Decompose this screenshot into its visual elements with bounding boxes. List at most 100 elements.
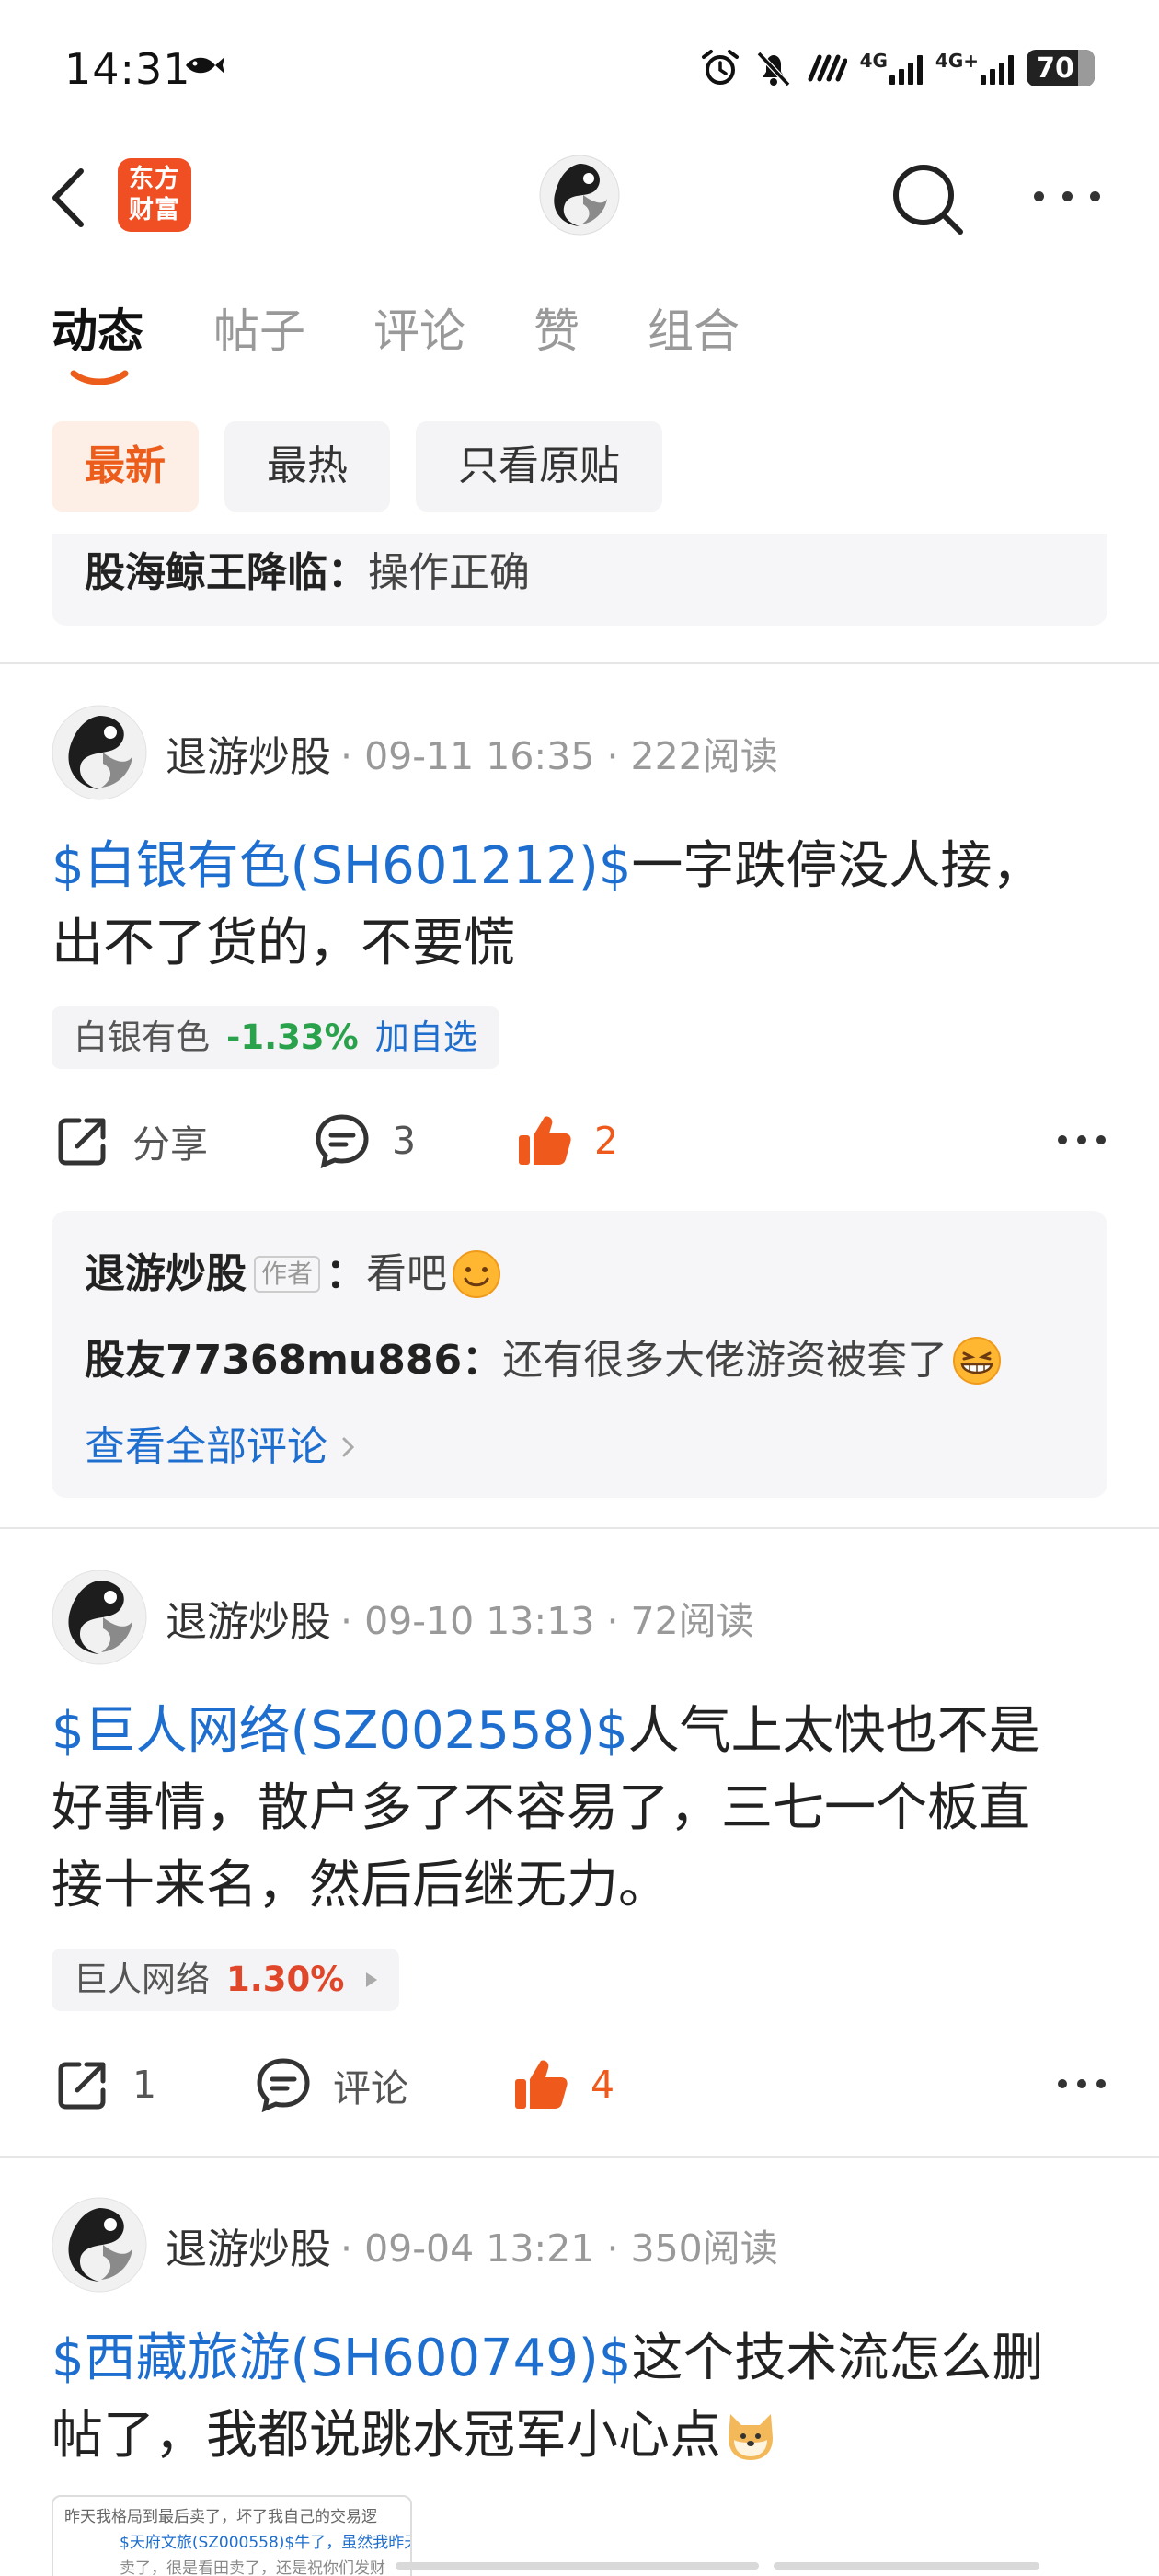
stock-link[interactable]: $西藏旅游(SH600749)$ (52, 2329, 631, 2388)
post-meta: · 09-04 13:21 · 350阅读 (340, 2226, 778, 2271)
stock-name: 白银有色 (74, 1018, 210, 1057)
reply-item[interactable]: 退游炒股 作者 ： 看吧 (85, 1231, 1074, 1317)
grin-emoji-icon (953, 1337, 1002, 1385)
reply-user[interactable]: 股友77368mu886 (85, 1317, 462, 1404)
post-card: 退游炒股 · 09-10 13:13 · 72阅读 $巨人网络(SZ002558… (0, 1570, 1159, 2113)
reply-text: 看吧 (366, 1250, 448, 1297)
reply-text: 还有很多大佬游资被套了 (502, 1337, 948, 1384)
tab-dynamic[interactable]: 动态 (52, 294, 143, 361)
reply-item[interactable]: 股友77368mu886 ： 还有很多大佬游资被套了 (85, 1317, 1074, 1404)
logo-text-2: 财富 (129, 196, 180, 224)
logo-text-1: 东方 (129, 165, 180, 193)
comment-label: 评论 (333, 2066, 408, 2110)
thumbnail-text: 卖了，很是看田卖了，还是祝你们发财 (120, 2559, 385, 2576)
author-avatar[interactable] (52, 705, 147, 800)
stock-quote-chip[interactable]: 巨人网络 1.30% (52, 1949, 400, 2011)
reply-user[interactable]: 退游炒股 (85, 1231, 247, 1317)
share-button[interactable]: 分享 (53, 1104, 208, 1178)
thumbs-up-icon (515, 2060, 568, 2109)
tab-comments[interactable]: 评论 (373, 294, 465, 361)
reply-colon: ： (327, 549, 368, 596)
top-nav-bar: 东方 财富 (0, 138, 1159, 258)
post-actions: 1 评论 4 (0, 2048, 1159, 2122)
share-button[interactable]: 1 (53, 2048, 156, 2122)
post-body[interactable]: $巨人网络(SZ002558)$人气上太快也不是 好事情，散户多了不容易了，三七… (52, 1693, 1109, 1925)
comment-icon (257, 2058, 310, 2113)
thumbnail-text: $天府文旅(SZ000558)$牛了，虽然我昨天 (120, 2534, 412, 2552)
post-card: 退游炒股 · 09-04 13:21 · 350阅读 $西藏旅游(SH60074… (0, 2197, 1159, 2576)
like-button[interactable]: 2 (515, 1104, 618, 1178)
stock-link[interactable]: $白银有色(SH601212)$ (52, 836, 631, 896)
stock-name: 巨人网络 (74, 1960, 210, 1999)
view-all-comments-link[interactable]: 查看全部评论 (85, 1404, 1074, 1490)
post-text: 出不了货的，不要慌 (52, 914, 515, 973)
author-name[interactable]: 退游炒股 (166, 723, 331, 783)
divider (0, 1527, 1159, 1529)
status-time: 14:31 (64, 44, 191, 94)
comment-button[interactable]: 3 (313, 1104, 416, 1178)
author-name[interactable]: 退游炒股 (166, 2215, 331, 2275)
avatar[interactable] (539, 155, 620, 236)
signal-2: 4G+ (935, 50, 1014, 85)
post-text: 接十来名，然后后继无力。 (52, 1856, 670, 1915)
previous-reply-box: 股海鲸王降临：操作正确 (52, 534, 1107, 626)
battery-level: 70 (1036, 52, 1074, 85)
post-meta: · 09-10 13:13 · 72阅读 (340, 1599, 754, 1643)
signal-bars-icon (981, 52, 1014, 85)
stock-quote-chip[interactable]: 白银有色 -1.33% 加自选 (52, 1006, 499, 1069)
battery-icon: 70 (1027, 50, 1095, 86)
author-avatar[interactable] (52, 1570, 147, 1665)
post-text: 一字跌停没人接， (631, 836, 1044, 896)
like-button[interactable]: 4 (511, 2048, 614, 2122)
post-header: 退游炒股 · 09-10 13:13 · 72阅读 (52, 1570, 754, 1665)
signal-1: 4G (860, 50, 923, 85)
post-more-icon[interactable] (1058, 2079, 1106, 2090)
search-icon[interactable] (889, 160, 966, 237)
app-logo[interactable]: 东方 财富 (118, 158, 191, 232)
back-icon[interactable] (48, 164, 94, 232)
status-icons: 4G 4G+ 70 (700, 46, 1095, 90)
post-actions: 分享 3 2 (0, 1104, 1159, 1178)
more-menu-icon[interactable] (1034, 182, 1100, 210)
filter-original-only[interactable]: 只看原贴 (416, 421, 662, 512)
fish-icon (186, 57, 224, 74)
thumbs-up-icon (519, 1116, 571, 1165)
post-card: 退游炒股 · 09-11 16:35 · 222阅读 $白银有色(SH60121… (0, 705, 1159, 1533)
filter-hot[interactable]: 最热 (224, 421, 390, 512)
stock-link[interactable]: $巨人网络(SZ002558)$ (52, 1701, 628, 1761)
author-name[interactable]: 退游炒股 (166, 1588, 331, 1648)
network-type-2: 4G+ (935, 50, 979, 72)
comment-count: 3 (392, 1119, 417, 1163)
reply-preview-box: 退游炒股 作者 ： 看吧 股友77368mu886 ： 还有很多大佬游资被套了 … (52, 1211, 1107, 1498)
post-body[interactable]: $西藏旅游(SH600749)$这个技术流怎么删 帖了，我都说跳水冠军小心点 (52, 2320, 1109, 2475)
share-icon (58, 1118, 106, 1166)
thumbnail-text: 昨天我格局到最后卖了，坏了我自己的交易逻 (64, 2508, 377, 2526)
reply-text: 操作正确 (368, 549, 530, 596)
post-text: 人气上太快也不是 (627, 1701, 1040, 1761)
add-watchlist-button[interactable]: 加自选 (375, 1006, 477, 1069)
author-avatar[interactable] (52, 2197, 147, 2293)
tab-posts[interactable]: 帖子 (213, 294, 305, 361)
tab-portfolio[interactable]: 组合 (648, 294, 740, 361)
post-image-thumbnail[interactable]: 昨天我格局到最后卖了，坏了我自己的交易逻 $天府文旅(SZ000558)$牛了，… (52, 2495, 412, 2576)
post-more-icon[interactable] (1058, 1135, 1106, 1146)
divider (0, 2156, 1159, 2158)
reply-user[interactable]: 股海鲸王降临 (85, 549, 327, 596)
page-indicator (396, 2562, 1039, 2571)
post-text: 这个技术流怎么删 (631, 2329, 1044, 2388)
post-header: 退游炒股 · 09-04 13:21 · 350阅读 (52, 2197, 778, 2293)
alarm-icon (701, 50, 739, 85)
mute-bell-icon (756, 51, 790, 87)
comment-button[interactable]: 评论 (254, 2048, 408, 2122)
divider (0, 662, 1159, 664)
share-count: 1 (132, 2063, 157, 2107)
doge-emoji-icon (729, 2414, 773, 2460)
hd-call-icon (808, 54, 847, 82)
filter-latest[interactable]: 最新 (52, 421, 199, 512)
filter-chips: 最新 最热 只看原贴 (52, 421, 662, 513)
post-body[interactable]: $白银有色(SH601212)$一字跌停没人接， 出不了货的，不要慌 (52, 828, 1109, 983)
play-arrow-icon (366, 1972, 378, 1987)
post-text: 好事情，散户多了不容易了，三七一个板直 (52, 1778, 1030, 1838)
tab-likes[interactable]: 赞 (534, 294, 580, 361)
status-bar: 14:31 4G 4G+ 70 (0, 0, 1159, 138)
